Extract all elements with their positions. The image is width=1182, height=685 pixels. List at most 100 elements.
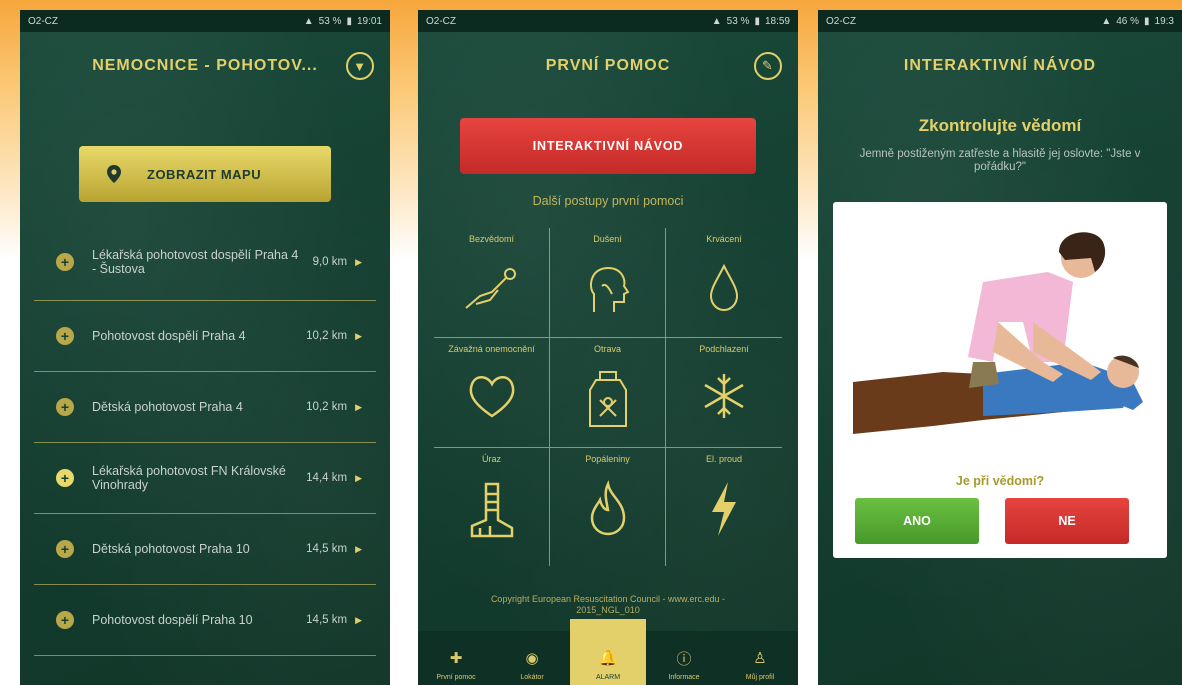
hospital-icon: +	[56, 540, 74, 558]
hospital-name: Lékařská pohotovost FN Královské Vinohra…	[92, 464, 286, 492]
carrier-label: O2-CZ	[28, 15, 58, 27]
hospital-distance: 14,5 km	[306, 614, 348, 626]
consciousness-question: Je při vědomí?	[955, 474, 1045, 488]
list-item[interactable]: + Dětská pohotovost Praha 10 14,5 km ▶	[34, 514, 376, 585]
no-button[interactable]: NE	[1005, 498, 1129, 544]
procedure-injury[interactable]: Úraz	[434, 448, 550, 566]
show-map-button[interactable]: ZOBRAZIT MAPU	[79, 146, 331, 202]
step-card: Je při vědomí? ANO NE	[833, 202, 1167, 558]
procedure-serious-illness[interactable]: Závažná onemocnění	[434, 338, 550, 448]
hospitals-screen: O2-CZ ▲ 53 % ▮ 19:01 NEMOCNICE - POHOTOV…	[20, 10, 390, 685]
tab-label: Můj profil	[745, 674, 775, 681]
edit-note-icon[interactable]: ✎	[754, 52, 782, 80]
battery-percent: 53 %	[318, 15, 342, 27]
hospital-name: Pohotovost dospělí Praha 4	[92, 329, 246, 343]
hospital-icon: +	[56, 398, 74, 416]
heart-icon	[469, 376, 514, 418]
battery-percent: 46 %	[1116, 15, 1140, 27]
hospital-name: Lékařská pohotovost dospělí Praha 4 - Šu…	[92, 248, 299, 276]
procedure-label: El. proud	[705, 454, 743, 464]
procedure-label: Dušení	[593, 234, 622, 244]
procedure-label: Krvácení	[706, 234, 742, 244]
procedure-unconscious[interactable]: Bezvědomí	[434, 228, 550, 338]
hospital-distance: 14,4 km	[306, 472, 348, 484]
header: PRVNÍ POMOC ✎	[418, 32, 798, 100]
consciousness-check-illustration	[853, 232, 1143, 434]
procedure-label: Podchlazení	[699, 344, 749, 354]
tab-label: Lokátor	[520, 674, 544, 681]
hospital-icon: +	[56, 327, 74, 345]
list-item[interactable]: + Dětská pohotovost Praha 4 10,2 km ▶	[34, 372, 376, 443]
header: INTERAKTIVNÍ NÁVOD	[818, 32, 1182, 100]
first-aid-screen: O2-CZ ▲ 53 % ▮ 18:59 PRVNÍ POMOC ✎ INTER…	[418, 10, 798, 685]
interactive-guide-button[interactable]: INTERAKTIVNÍ NÁVOD	[460, 118, 756, 174]
clock: 19:01	[356, 15, 382, 27]
hospital-distance: 10,2 km	[306, 401, 348, 413]
procedure-grid: Bezvědomí Dušení Krvácení Závažná onemoc…	[434, 228, 782, 566]
list-item[interactable]: + Pohotovost dospělí Praha 4 10,2 km ▶	[34, 301, 376, 372]
filter-icon[interactable]: ▼	[346, 52, 374, 80]
interactive-guide-screen: O2-CZ ▲ 46 % ▮ 19:3 INTERAKTIVNÍ NÁVOD Z…	[818, 10, 1182, 685]
battery-icon: ▮	[346, 15, 352, 27]
tab-information[interactable]: ⓘ Informace	[646, 631, 722, 685]
procedure-burns[interactable]: Popáleniny	[550, 448, 666, 566]
procedure-electric-shock[interactable]: El. proud	[666, 448, 782, 566]
procedure-label: Úraz	[481, 454, 501, 464]
copyright-notice: Copyright European Resuscitation Council…	[490, 594, 726, 615]
signal-icon: ▲	[1101, 15, 1112, 27]
list-item[interactable]: + Lékařská pohotovost FN Královské Vinoh…	[34, 443, 376, 514]
procedure-label: Závažná onemocnění	[448, 344, 535, 354]
page-title: INTERAKTIVNÍ NÁVOD	[903, 57, 1097, 74]
hospital-distance: 9,0 km	[312, 256, 348, 268]
choking-icon	[589, 266, 629, 312]
hospital-name: Dětská pohotovost Praha 10	[92, 542, 250, 556]
step-heading: Zkontrolujte vědomí	[918, 116, 1082, 135]
status-bar: O2-CZ ▲ 53 % ▮ 19:01	[20, 10, 390, 32]
lightning-icon	[712, 482, 736, 536]
chevron-right-icon: ▶	[355, 472, 362, 483]
bottom-tab-bar: ✚ První pomoc ◉ Lokátor 🔔 ALARM ⓘ Inform…	[418, 619, 798, 685]
procedure-choking[interactable]: Dušení	[550, 228, 666, 338]
clock: 18:59	[764, 15, 790, 27]
procedure-hypothermia[interactable]: Podchlazení	[666, 338, 782, 448]
tab-label: ALARM	[595, 674, 621, 681]
hospital-name: Pohotovost dospělí Praha 10	[92, 613, 253, 627]
info-icon: ⓘ	[676, 650, 692, 668]
list-item[interactable]: + Pohotovost dospělí Praha 10 14,5 km ▶	[34, 585, 376, 656]
profile-icon: ♙	[753, 650, 767, 667]
tab-first-aid[interactable]: ✚ První pomoc	[418, 631, 494, 685]
injury-icon	[470, 482, 513, 538]
chevron-right-icon: ▶	[355, 401, 362, 412]
tab-label: Informace	[668, 674, 700, 681]
alarm-bell-icon: 🔔	[598, 650, 618, 667]
carrier-label: O2-CZ	[426, 15, 456, 27]
hospital-icon: +	[56, 611, 74, 629]
unconscious-icon	[464, 268, 516, 309]
battery-icon: ▮	[754, 15, 760, 27]
status-bar: O2-CZ ▲ 53 % ▮ 18:59	[418, 10, 798, 32]
yes-button[interactable]: ANO	[855, 498, 979, 544]
page-title: PRVNÍ POMOC	[545, 57, 671, 74]
tab-profile[interactable]: ♙ Můj profil	[722, 631, 798, 685]
list-item[interactable]: + Lékařská pohotovost dospělí Praha 4 - …	[34, 230, 376, 301]
header: NEMOCNICE - POHOTOV... ▼	[20, 32, 390, 100]
status-bar: O2-CZ ▲ 46 % ▮ 19:3	[818, 10, 1182, 32]
battery-icon: ▮	[1144, 15, 1150, 27]
procedure-label: Otrava	[593, 344, 621, 354]
procedure-bleeding[interactable]: Krvácení	[666, 228, 782, 338]
procedure-poisoning[interactable]: Otrava	[550, 338, 666, 448]
procedure-label: Popáleniny	[585, 454, 630, 464]
step-instruction: Jemně postiženým zatřeste a hlasitě jej …	[859, 148, 1141, 173]
chevron-right-icon: ▶	[355, 256, 362, 267]
tab-locator[interactable]: ◉ Lokátor	[494, 631, 570, 685]
chevron-right-icon: ▶	[355, 330, 362, 341]
snowflake-icon	[704, 374, 744, 418]
show-map-label: ZOBRAZIT MAPU	[147, 166, 262, 182]
map-pin-icon	[107, 165, 121, 183]
poison-icon	[588, 371, 627, 427]
signal-icon: ▲	[711, 15, 722, 27]
section-subtitle: Další postupy první pomoci	[532, 194, 684, 208]
tab-label: První pomoc	[436, 674, 476, 681]
tab-alarm[interactable]: 🔔 ALARM	[570, 619, 646, 685]
hospital-distance: 14,5 km	[306, 543, 348, 555]
